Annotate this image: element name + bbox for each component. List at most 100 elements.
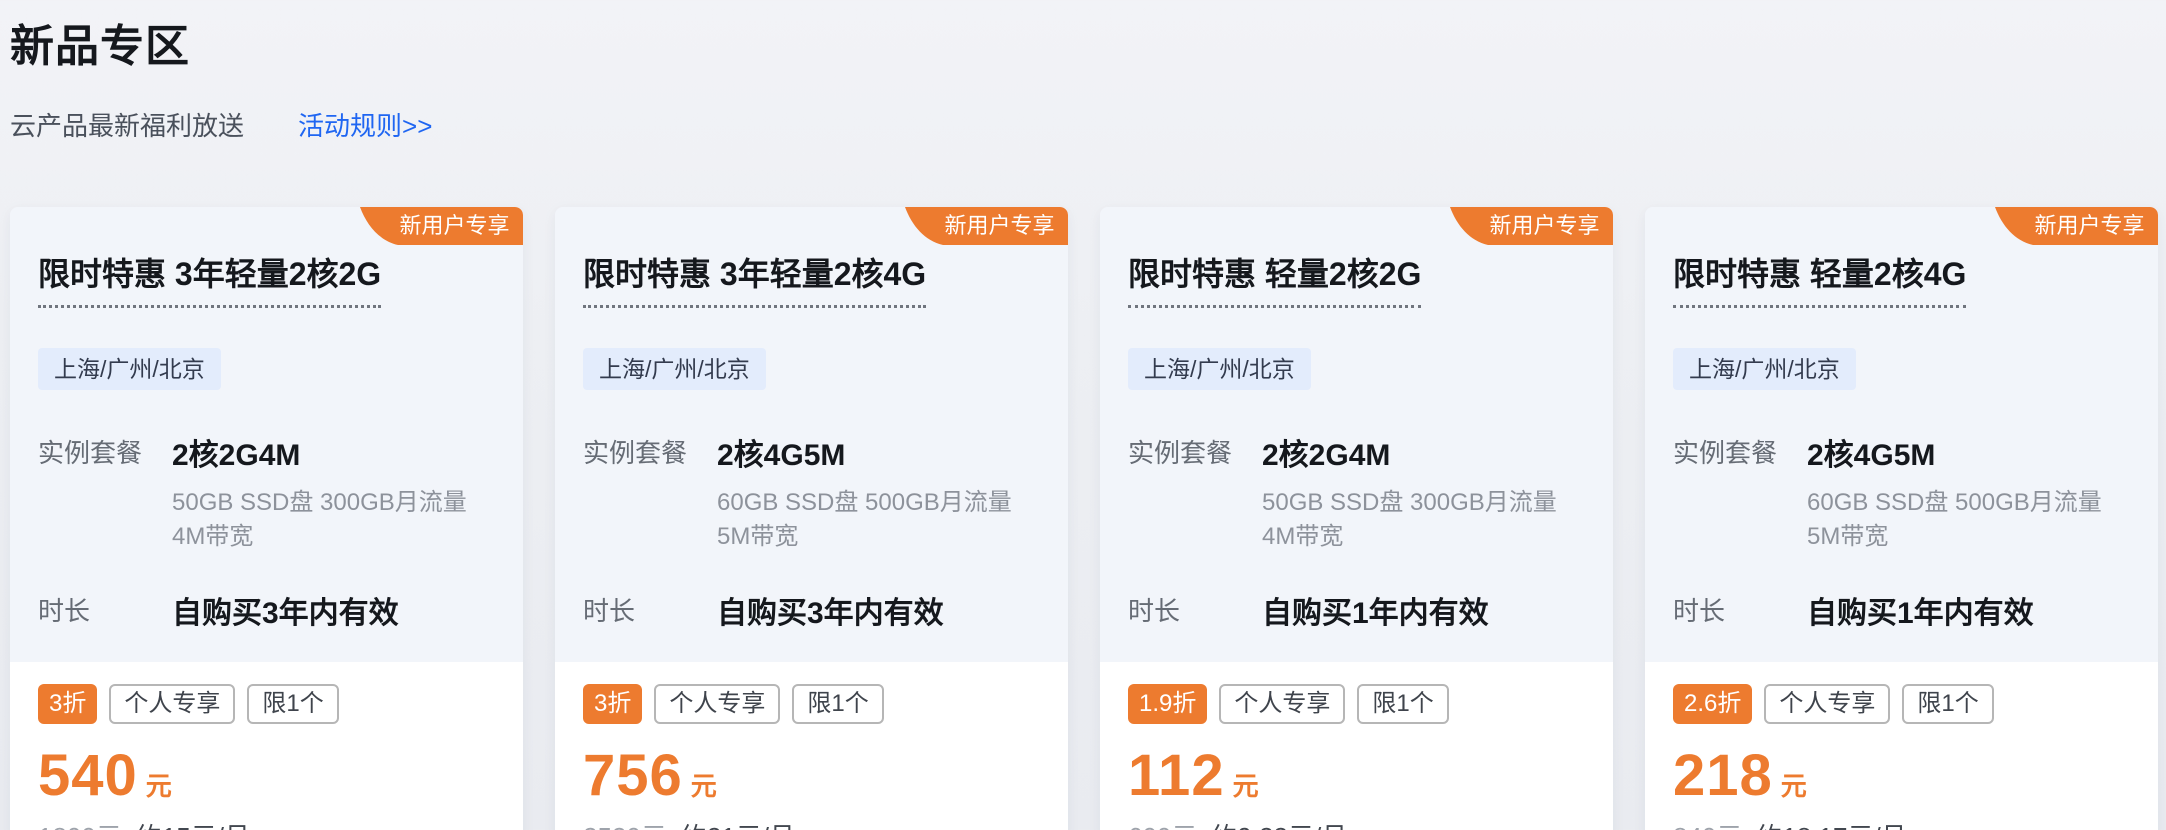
spec-row: 实例套餐 2核4G5M 60GB SSD盘 500GB月流量 5M带宽	[1673, 430, 2130, 554]
personal-only-tag: 个人专享	[654, 684, 780, 724]
badge-row: 3折 个人专享 限1个	[38, 684, 495, 724]
product-card[interactable]: 新用户专享 限时特惠 3年轻量2核2G 上海/广州/北京 实例套餐 2核2G4M…	[10, 207, 523, 830]
spec-detail-line: 5M带宽	[1807, 520, 2102, 554]
region-tag: 上海/广州/北京	[38, 348, 221, 390]
discount-badge: 2.6折	[1673, 684, 1752, 724]
discount-badge: 3折	[583, 684, 642, 724]
price-number: 112	[1128, 742, 1225, 809]
spec-detail-line: 4M带宽	[1262, 520, 1557, 554]
spec-value: 2核2G4M	[172, 430, 467, 474]
card-price-section: 3折 个人专享 限1个 756 元 2520元 约21元/月	[555, 662, 1068, 830]
price-row: 218 元	[1673, 742, 2130, 809]
spec-label: 实例套餐	[583, 430, 717, 554]
spec-value-block: 2核4G5M 60GB SSD盘 500GB月流量 5M带宽	[1807, 430, 2102, 554]
price-unit: 元	[1233, 766, 1259, 803]
card-price-section: 3折 个人专享 限1个 540 元 1800元 约15元/月	[10, 662, 523, 830]
price-row: 112 元	[1128, 742, 1585, 809]
product-card[interactable]: 新用户专享 限时特惠 轻量2核4G 上海/广州/北京 实例套餐 2核4G5M 6…	[1645, 207, 2158, 830]
card-top-section: 新用户专享 限时特惠 轻量2核2G 上海/广州/北京 实例套餐 2核2G4M 5…	[1100, 207, 1613, 662]
duration-row: 时长 自购买3年内有效	[38, 588, 495, 632]
personal-only-tag: 个人专享	[109, 684, 235, 724]
price-unit: 元	[1781, 766, 1807, 803]
discount-badge: 1.9折	[1128, 684, 1207, 724]
duration-label: 时长	[38, 588, 172, 632]
spec-detail-line: 60GB SSD盘 500GB月流量	[717, 486, 1012, 520]
product-card[interactable]: 新用户专享 限时特惠 轻量2核2G 上海/广州/北京 实例套餐 2核2G4M 5…	[1100, 207, 1613, 830]
spec-detail: 50GB SSD盘 300GB月流量 4M带宽	[1262, 486, 1557, 554]
spec-detail-line: 60GB SSD盘 500GB月流量	[1807, 486, 2102, 520]
duration-row: 时长 自购买1年内有效	[1673, 588, 2130, 632]
personal-only-tag: 个人专享	[1764, 684, 1890, 724]
spec-value-block: 2核2G4M 50GB SSD盘 300GB月流量 4M带宽	[172, 430, 467, 554]
duration-label: 时长	[1673, 588, 1807, 632]
spec-value: 2核2G4M	[1262, 430, 1557, 474]
product-card-list: 新用户专享 限时特惠 3年轻量2核2G 上海/广州/北京 实例套餐 2核2G4M…	[10, 207, 2158, 830]
price-unit: 元	[691, 766, 717, 803]
spec-label: 实例套餐	[1128, 430, 1262, 554]
original-price: 600元	[1128, 817, 1197, 830]
spec-detail-line: 50GB SSD盘 300GB月流量	[1262, 486, 1557, 520]
spec-detail-line: 4M带宽	[172, 520, 467, 554]
card-top-section: 新用户专享 限时特惠 3年轻量2核2G 上海/广州/北京 实例套餐 2核2G4M…	[10, 207, 523, 662]
region-tag: 上海/广州/北京	[1673, 348, 1856, 390]
badge-row: 1.9折 个人专享 限1个	[1128, 684, 1585, 724]
card-title-text: 限时特惠 3年轻量2核2G	[38, 249, 381, 308]
activity-rules-link[interactable]: 活动规则>>	[298, 106, 432, 143]
duration-label: 时长	[1128, 588, 1262, 632]
region-tag: 上海/广州/北京	[583, 348, 766, 390]
monthly-price: 约21元/月	[681, 817, 795, 830]
page-title: 新品专区	[10, 10, 2158, 74]
limit-one-tag: 限1个	[1902, 684, 1993, 724]
old-price-row: 840元 约18.17元/月	[1673, 817, 2130, 830]
price-row: 756 元	[583, 742, 1040, 809]
badge-row: 3折 个人专享 限1个	[583, 684, 1040, 724]
monthly-price: 约9.33元/月	[1211, 817, 1347, 830]
new-user-ribbon-badge: 新用户专享	[360, 207, 523, 245]
spec-detail: 60GB SSD盘 500GB月流量 5M带宽	[1807, 486, 2102, 554]
card-top-section: 新用户专享 限时特惠 3年轻量2核4G 上海/广州/北京 实例套餐 2核4G5M…	[555, 207, 1068, 662]
limit-one-tag: 限1个	[247, 684, 338, 724]
spec-label: 实例套餐	[1673, 430, 1807, 554]
old-price-row: 2520元 约21元/月	[583, 817, 1040, 830]
duration-value: 自购买3年内有效	[172, 588, 399, 632]
region-tag: 上海/广州/北京	[1128, 348, 1311, 390]
spec-detail: 50GB SSD盘 300GB月流量 4M带宽	[172, 486, 467, 554]
duration-row: 时长 自购买1年内有效	[1128, 588, 1585, 632]
duration-value: 自购买3年内有效	[717, 588, 944, 632]
spec-value: 2核4G5M	[1807, 430, 2102, 474]
spec-label: 实例套餐	[38, 430, 172, 554]
original-price: 1800元	[38, 817, 122, 830]
card-title-text: 限时特惠 轻量2核2G	[1128, 249, 1421, 308]
subtitle-row: 云产品最新福利放送 活动规则>>	[10, 106, 2158, 143]
spec-detail-line: 50GB SSD盘 300GB月流量	[172, 486, 467, 520]
monthly-price: 约18.17元/月	[1756, 817, 1906, 830]
price-row: 540 元	[38, 742, 495, 809]
badge-row: 2.6折 个人专享 限1个	[1673, 684, 2130, 724]
price-unit: 元	[146, 766, 172, 803]
limit-one-tag: 限1个	[792, 684, 883, 724]
card-title-text: 限时特惠 轻量2核4G	[1673, 249, 1966, 308]
spec-value-block: 2核4G5M 60GB SSD盘 500GB月流量 5M带宽	[717, 430, 1012, 554]
original-price: 2520元	[583, 817, 667, 830]
old-price-row: 1800元 约15元/月	[38, 817, 495, 830]
card-top-section: 新用户专享 限时特惠 轻量2核4G 上海/广州/北京 实例套餐 2核4G5M 6…	[1645, 207, 2158, 662]
spec-row: 实例套餐 2核2G4M 50GB SSD盘 300GB月流量 4M带宽	[38, 430, 495, 554]
monthly-price: 约15元/月	[136, 817, 250, 830]
product-card[interactable]: 新用户专享 限时特惠 3年轻量2核4G 上海/广州/北京 实例套餐 2核4G5M…	[555, 207, 1068, 830]
card-price-section: 1.9折 个人专享 限1个 112 元 600元 约9.33元/月	[1100, 662, 1613, 830]
new-user-ribbon-badge: 新用户专享	[1995, 207, 2158, 245]
spec-value-block: 2核2G4M 50GB SSD盘 300GB月流量 4M带宽	[1262, 430, 1557, 554]
price-number: 756	[583, 742, 683, 809]
spec-detail: 60GB SSD盘 500GB月流量 5M带宽	[717, 486, 1012, 554]
price-number: 218	[1673, 742, 1773, 809]
duration-value: 自购买1年内有效	[1807, 588, 2034, 632]
spec-value: 2核4G5M	[717, 430, 1012, 474]
price-number: 540	[38, 742, 138, 809]
spec-row: 实例套餐 2核4G5M 60GB SSD盘 500GB月流量 5M带宽	[583, 430, 1040, 554]
card-price-section: 2.6折 个人专享 限1个 218 元 840元 约18.17元/月	[1645, 662, 2158, 830]
personal-only-tag: 个人专享	[1219, 684, 1345, 724]
new-products-section: 新品专区 云产品最新福利放送 活动规则>> 新用户专享 限时特惠 3年轻量2核2…	[0, 0, 2166, 830]
spec-detail-line: 5M带宽	[717, 520, 1012, 554]
duration-value: 自购买1年内有效	[1262, 588, 1489, 632]
card-title-text: 限时特惠 3年轻量2核4G	[583, 249, 926, 308]
